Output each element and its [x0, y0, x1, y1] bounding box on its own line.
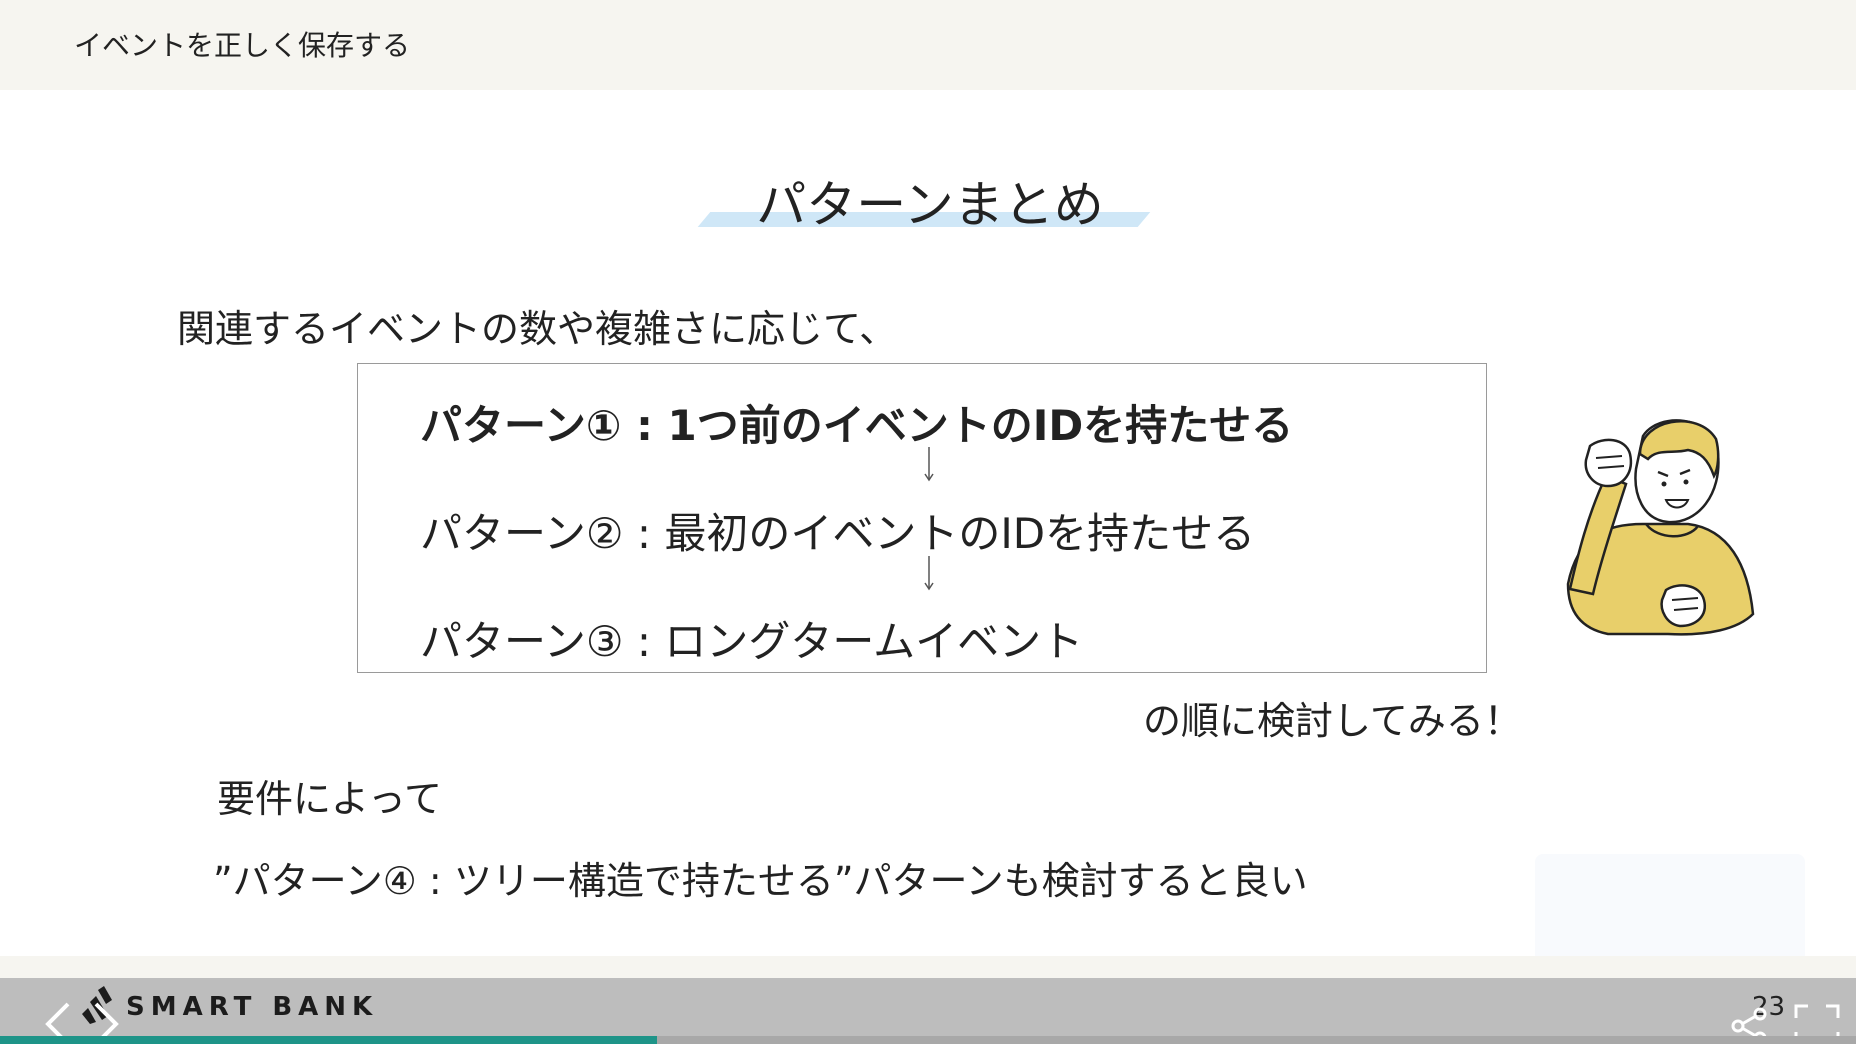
requirement-text-1: 要件によって — [217, 777, 442, 821]
intro-text: 関連するイベントの数や複雑さに応じて、 — [177, 307, 898, 351]
pattern-item-2: パターン② : 最初のイベントのIDを持たせる — [420, 509, 1256, 558]
pattern-item-1: パターン① : 1つ前のイベントのIDを持たせる — [420, 401, 1294, 450]
requirement-text-2: ”パターン④ : ツリー構造で持たせる”パターンも検討すると良い — [213, 859, 1308, 903]
pattern-item-3: パターン③ : ロングタームイベント — [420, 617, 1084, 666]
cheering-person-illustration — [1566, 419, 1755, 636]
slide-header: イベントを正しく保存する — [0, 0, 1856, 90]
logo-text: SMART BANK — [126, 992, 379, 1022]
progress-bar[interactable] — [0, 1036, 1856, 1044]
conclusion-text: の順に検討してみる！ — [1143, 699, 1522, 743]
arrow-down-icon — [924, 447, 934, 482]
footer-separator — [0, 956, 1856, 978]
header-title: イベントを正しく保存する — [74, 29, 411, 62]
slide-title-block: パターンまとめ — [690, 165, 1170, 235]
slide-title: パターンまとめ — [756, 176, 1104, 234]
arrow-down-icon — [924, 556, 934, 591]
progress-bar-fill — [0, 1036, 658, 1044]
pattern-list-box: パターン① : 1つ前のイベントのIDを持たせる パターン② : 最初のイベント… — [357, 363, 1487, 673]
